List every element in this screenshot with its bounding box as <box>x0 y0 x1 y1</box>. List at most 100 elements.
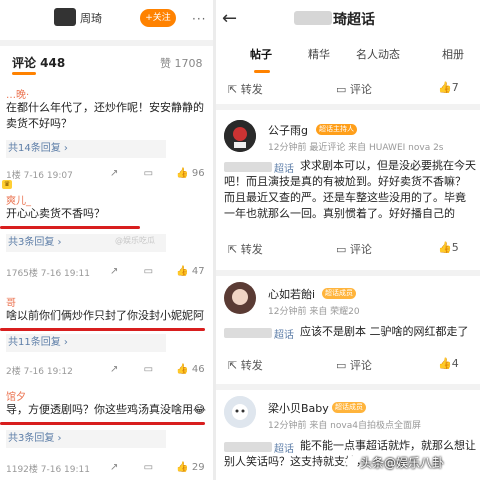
toutiao-logo-icon <box>346 456 358 468</box>
watermark: 头条@娱乐八卦 <box>346 454 444 471</box>
post-author[interactable]: 心如若飴i <box>268 286 315 302</box>
comment-item: 馆夕 导，方便透剧吗？你这些鸡汤真没啥用😂 共3条回复 › 1192楼 7-16… <box>0 386 214 480</box>
topic-tag[interactable]: 超话 <box>274 326 294 341</box>
like-count: 96 <box>191 168 205 179</box>
avatar[interactable] <box>224 120 256 152</box>
tab-featured[interactable]: 精华 <box>308 46 330 62</box>
comment-actions: ↗ ▭ 👍 96 <box>110 168 210 179</box>
comment-text-line2: 卖货不好吗？ <box>6 117 72 130</box>
comment-actions: ↗ ▭ 👍 47 <box>110 266 210 277</box>
more-icon[interactable]: ··· <box>192 12 206 26</box>
comment-icon[interactable]: ▭ <box>144 266 153 277</box>
center-watermark: @娱乐吃瓜 <box>115 236 155 245</box>
like-icon[interactable]: 👍 <box>176 462 188 473</box>
post-text-line1: 能不能一点事超话就炸，就那么想让 <box>300 439 476 452</box>
repost-button[interactable]: ⇱ 转发 <box>228 241 263 257</box>
repost-button[interactable]: ⇱ 转发 <box>228 81 263 97</box>
commenter-name[interactable]: 馆夕 <box>6 388 26 403</box>
comment-icon[interactable]: ▭ <box>144 168 153 179</box>
reply-count[interactable]: 共14条回复 › <box>6 140 166 158</box>
post-item: 心如若飴i 超话成员 12分钟前 来自 荣耀20 超话 应该不是剧本 二驴啥的网… <box>216 278 480 388</box>
follow-button[interactable]: +关注 <box>140 9 176 27</box>
comment-meta: 1192楼 7-16 19:11 <box>6 465 90 475</box>
comment-meta: 2楼 7-16 19:12 <box>6 367 73 377</box>
comment-button[interactable]: ▭ 评论 <box>336 357 372 373</box>
page: 周琦 +关注 ··· 评论 448 赞 1708 …晚· 在都什么年代了，还炒作… <box>0 0 480 480</box>
like-icon[interactable]: 👍 <box>176 364 188 375</box>
likes-count[interactable]: 赞 1708 <box>160 55 203 71</box>
profile-header: 周琦 +关注 ··· <box>0 0 214 36</box>
comment-item: …晚· 在都什么年代了，还炒作呢！安安静静的 卖货不好吗？ 共14条回复 › 1… <box>0 84 214 184</box>
comment-actions: ↗ ▭ 👍 46 <box>110 364 210 375</box>
divider <box>216 104 480 110</box>
page-title: 琦超话 <box>333 12 375 28</box>
topic-tabs: 帖子 精华 名人动态 相册 <box>216 46 480 73</box>
comments-panel: 周琦 +关注 ··· 评论 448 赞 1708 …晚· 在都什么年代了，还炒作… <box>0 0 214 480</box>
super-topic-panel: ← 琦超话 帖子 精华 名人动态 相册 ⇱ 转发 ▭ 评论 👍7 公子雨g 超话… <box>216 0 480 480</box>
comment-text: 导，方便透剧吗？你这些鸡汤真没啥用😂 <box>6 403 206 416</box>
share-icon[interactable]: ↗ <box>110 266 118 277</box>
like-button[interactable]: 👍4 <box>438 357 459 370</box>
post-text-line4: 一年也就那么一回。真别惯着了。好好播自己的 <box>224 207 455 220</box>
comment-meta: 1765楼 7-16 19:11 <box>6 269 90 279</box>
red-highlight-mark <box>0 328 205 331</box>
topic-tag[interactable]: 超话 <box>274 440 294 455</box>
comment-text: 啥以前你们俩炒作只封了你没封小妮妮阿 <box>6 309 204 322</box>
tab-album[interactable]: 相册 <box>442 46 464 62</box>
like-button[interactable]: 👍5 <box>438 241 459 254</box>
host-badge: 超话主持人 <box>316 124 357 135</box>
like-icon[interactable]: 👍 <box>176 266 188 277</box>
comment-icon[interactable]: ▭ <box>144 364 153 375</box>
tab-underline <box>12 72 36 75</box>
comment-item: 爽儿_ ♛ 开心心卖货不香吗？ 共3条回复 › 1765楼 7-16 19:11… <box>0 180 214 279</box>
tab-underline <box>254 70 270 73</box>
post-author[interactable]: 梁小贝Baby <box>268 400 329 416</box>
comment-item: 哥 啥以前你们俩炒作只封了你没封小妮妮阿 共11条回复 › 2楼 7-16 19… <box>0 292 214 382</box>
like-button[interactable]: 👍7 <box>438 81 459 94</box>
post-text-line1: 应该不是剧本 二驴啥的网红都走了 <box>300 325 469 338</box>
blurred-name <box>224 328 272 338</box>
commenter-name[interactable]: …晚· <box>6 86 29 101</box>
share-icon[interactable]: ↗ <box>110 462 118 473</box>
avatar[interactable] <box>224 396 256 428</box>
topic-tag[interactable]: 超话 <box>274 160 294 175</box>
profile-name[interactable]: 周琦 <box>80 10 102 26</box>
reply-count[interactable]: 共3条回复 › <box>6 430 166 448</box>
divider <box>216 384 480 390</box>
action-bar: ⇱ 转发 ▭ 评论 👍7 <box>216 76 480 102</box>
blurred-name <box>224 442 272 452</box>
post-text-line3: 而且最近又查的严。还是车整这些没用的了。毕竟 <box>224 191 466 204</box>
post-text-line1: 求求剧本可以，但是没必要挑在今天 <box>300 159 476 172</box>
like-icon[interactable]: 👍 <box>176 168 188 179</box>
tab-celebrity[interactable]: 名人动态 <box>356 46 400 62</box>
post-meta: 12分钟前 来自 nova4自拍极点全面屏 <box>268 421 421 431</box>
post-author[interactable]: 公子雨g <box>268 122 308 138</box>
comment-button[interactable]: ▭ 评论 <box>336 241 372 257</box>
share-icon[interactable]: ↗ <box>110 364 118 375</box>
fan-badge-icon: ♛ <box>2 180 12 189</box>
red-highlight-mark <box>0 422 205 425</box>
post-item: 公子雨g 超话主持人 12分钟前 最近评论 来自 HUAWEI nova 2s … <box>216 114 480 274</box>
share-icon[interactable]: ↗ <box>110 168 118 179</box>
commenter-name[interactable]: 哥 <box>6 294 16 309</box>
divider <box>0 40 214 46</box>
post-text-line2: 吧！而且演技是真的有被尬到。好好卖货不香嘛？ <box>224 175 466 188</box>
avatar[interactable] <box>54 8 76 26</box>
blurred-name <box>294 11 332 25</box>
reply-count[interactable]: 共11条回复 › <box>6 334 166 352</box>
tab-posts[interactable]: 帖子 <box>250 46 272 62</box>
post-action-bar: ⇱ 转发 ▭ 评论 👍4 <box>216 352 480 378</box>
repost-button[interactable]: ⇱ 转发 <box>228 357 263 373</box>
post-action-bar: ⇱ 转发 ▭ 评论 👍5 <box>216 236 480 262</box>
comment-button[interactable]: ▭ 评论 <box>336 81 372 97</box>
blurred-name <box>224 162 272 172</box>
comment-actions: ↗ ▭ 👍 29 <box>110 462 210 473</box>
commenter-name[interactable]: 爽儿_ <box>6 192 31 207</box>
avatar[interactable] <box>224 282 256 314</box>
comments-count[interactable]: 评论 448 <box>12 54 65 71</box>
post-meta: 12分钟前 最近评论 来自 HUAWEI nova 2s <box>268 143 444 153</box>
back-arrow-icon[interactable]: ← <box>222 8 237 29</box>
comment-text: 在都什么年代了，还炒作呢！安安静静的 <box>6 101 204 114</box>
post-meta: 12分钟前 来自 荣耀20 <box>268 307 360 317</box>
comment-icon[interactable]: ▭ <box>144 462 153 473</box>
